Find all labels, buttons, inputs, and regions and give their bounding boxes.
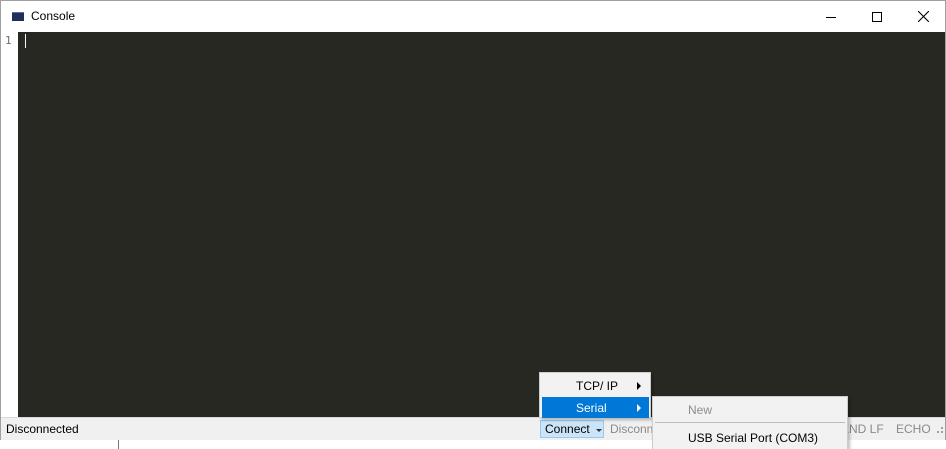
echo-toggle[interactable]: ECHO (896, 422, 931, 436)
submenu-arrow-icon (637, 404, 641, 412)
menu-item-label: TCP/ IP (576, 379, 619, 393)
close-button[interactable] (900, 1, 946, 32)
menu-item-usb-serial-port[interactable]: USB Serial Port (COM3) (655, 426, 845, 448)
chevron-down-icon (596, 429, 602, 432)
menu-item-tcp-ip[interactable]: TCP/ IP (542, 375, 649, 396)
line-number-gutter: 1 (1, 32, 18, 417)
console-editor[interactable]: 1 (1, 32, 945, 417)
maximize-icon (872, 11, 882, 22)
menu-separator (655, 422, 845, 423)
connect-menu: TCP/ IP Serial (539, 372, 651, 418)
minimize-icon (826, 16, 836, 18)
console-app-icon (12, 12, 24, 21)
line-number: 1 (5, 34, 12, 47)
serial-submenu: New USB Serial Port (COM3) (652, 396, 848, 449)
window-title: Console (31, 9, 76, 23)
connect-label: Connect (545, 422, 590, 436)
maximize-button[interactable] (854, 1, 900, 32)
connect-dropdown-button[interactable]: Connect (540, 420, 604, 438)
submenu-arrow-icon (637, 382, 641, 390)
menu-item-serial[interactable]: Serial (542, 397, 649, 418)
minimize-button[interactable] (808, 1, 854, 32)
text-caret (25, 34, 26, 48)
resize-grip-icon[interactable] (932, 424, 944, 436)
menu-item-new: New (655, 398, 845, 420)
menu-item-label: USB Serial Port (COM3) (688, 431, 819, 445)
close-icon (917, 11, 929, 22)
menu-item-label: Serial (576, 401, 607, 415)
title-bar[interactable]: Console (1, 1, 945, 32)
background-mark (118, 440, 119, 449)
console-window: Console 1 Disconnected Connect Disconn S… (0, 0, 946, 440)
connection-status: Disconnected (6, 422, 79, 436)
menu-item-label: New (688, 403, 713, 417)
disconnect-button[interactable]: Disconn (610, 422, 653, 436)
